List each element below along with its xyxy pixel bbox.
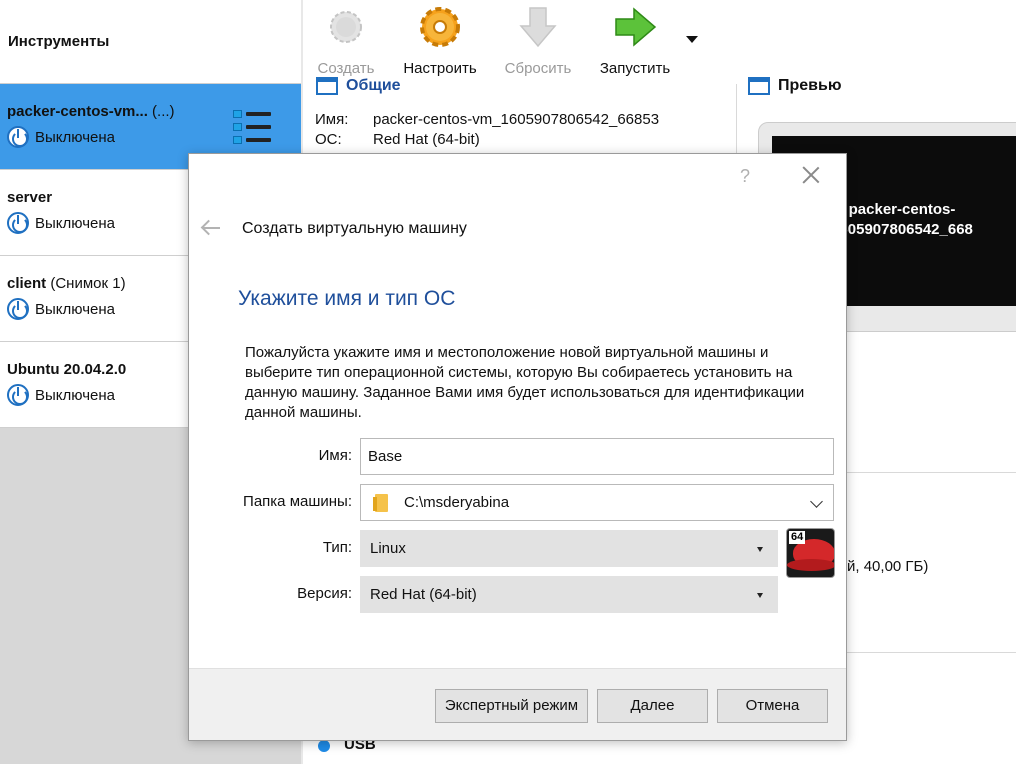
folder-icon xyxy=(373,493,388,512)
os-type-value: Linux xyxy=(370,540,406,557)
power-off-icon xyxy=(7,298,29,320)
dropdown-arrow-icon xyxy=(757,547,763,552)
version-label: Версия: xyxy=(297,585,352,602)
vm-name-value: Base xyxy=(368,448,403,465)
dropdown-arrow-icon xyxy=(757,593,763,598)
general-os-key: ОС: xyxy=(315,131,342,148)
power-off-icon xyxy=(7,384,29,406)
vm-status: Выключена xyxy=(35,128,115,146)
details-divider xyxy=(847,652,1016,653)
page-description: Пожалуйста укажите имя и местоположение … xyxy=(245,344,805,421)
help-icon[interactable]: ? xyxy=(740,166,750,187)
os-type-select[interactable]: Linux xyxy=(360,530,778,567)
redhat-os-icon: 64 xyxy=(786,528,835,578)
general-section-header: Общие xyxy=(316,77,401,95)
cancel-button[interactable]: Отмена xyxy=(717,689,828,723)
vm-name: Ubuntu 20.04.2.0 xyxy=(7,361,127,378)
type-label: Тип: xyxy=(322,539,352,556)
discard-label: Сбросить xyxy=(504,60,572,77)
machine-folder-select[interactable]: C:\msderyabina xyxy=(360,484,834,521)
power-off-icon xyxy=(7,212,29,234)
vm-name: server xyxy=(7,189,53,206)
general-os-value: Red Hat (64-bit) xyxy=(373,131,480,148)
dialog-title: Создать виртуальную машину xyxy=(242,220,467,237)
vm-name-input[interactable]: Base xyxy=(360,438,834,475)
create-button[interactable]: Создать xyxy=(301,4,391,77)
general-name-key: Имя: xyxy=(315,111,349,128)
general-section-icon xyxy=(316,77,338,95)
tools-label: Инструменты xyxy=(8,33,110,50)
tools-item[interactable]: Инструменты xyxy=(0,0,301,84)
settings-gear-icon xyxy=(420,7,460,47)
close-icon[interactable] xyxy=(802,166,820,184)
vm-status: Выключена xyxy=(35,386,115,404)
folder-label: Папка машины: xyxy=(243,493,352,510)
preview-section-icon xyxy=(748,77,770,95)
machine-folder-value: C:\msderyabina xyxy=(404,494,510,511)
general-header-text: Общие xyxy=(346,77,401,94)
vm-name-suffix: (...) xyxy=(147,103,175,120)
start-button[interactable]: Запустить xyxy=(590,4,680,77)
next-button[interactable]: Далее xyxy=(597,689,708,723)
vm-name: client xyxy=(7,275,47,292)
preview-section-header: Превью xyxy=(748,77,842,95)
details-divider xyxy=(736,84,737,154)
create-vm-dialog: ? Создать виртуальную машину Укажите имя… xyxy=(188,153,847,741)
general-name-value: packer-centos-vm_1605907806542_66853 xyxy=(373,111,660,128)
preview-header-text: Превью xyxy=(778,77,842,94)
name-label: Имя: xyxy=(318,447,352,464)
settings-label: Настроить xyxy=(403,60,477,77)
start-arrow-icon xyxy=(615,7,657,47)
vm-status: Выключена xyxy=(35,214,115,232)
vm-name: packer-centos-vm... xyxy=(7,103,148,120)
discard-button[interactable]: Сбросить xyxy=(493,4,583,77)
vm-status: Выключена xyxy=(35,300,115,318)
details-divider xyxy=(847,472,1016,473)
start-label: Запустить xyxy=(599,60,671,77)
create-label: Создать xyxy=(317,60,375,77)
back-arrow-icon[interactable] xyxy=(201,220,221,236)
os-version-value: Red Hat (64-bit) xyxy=(370,586,477,603)
os-version-select[interactable]: Red Hat (64-bit) xyxy=(360,576,778,613)
machine-tools-menu-icon[interactable] xyxy=(233,110,271,144)
discard-arrow-icon xyxy=(519,7,557,48)
start-dropdown-arrow-icon[interactable] xyxy=(686,36,698,43)
expert-mode-button[interactable]: Экспертный режим xyxy=(435,689,588,723)
create-gear-icon xyxy=(330,11,362,43)
power-off-icon xyxy=(7,126,29,148)
os-badge: 64 xyxy=(789,531,806,544)
settings-button[interactable]: Настроить xyxy=(395,4,485,77)
chevron-down-icon xyxy=(810,495,823,508)
vm-name-suffix: (Снимок 1) xyxy=(46,275,126,292)
page-title: Укажите имя и тип ОС xyxy=(238,287,456,310)
storage-size-text: й, 40,00 ГБ) xyxy=(847,558,929,575)
